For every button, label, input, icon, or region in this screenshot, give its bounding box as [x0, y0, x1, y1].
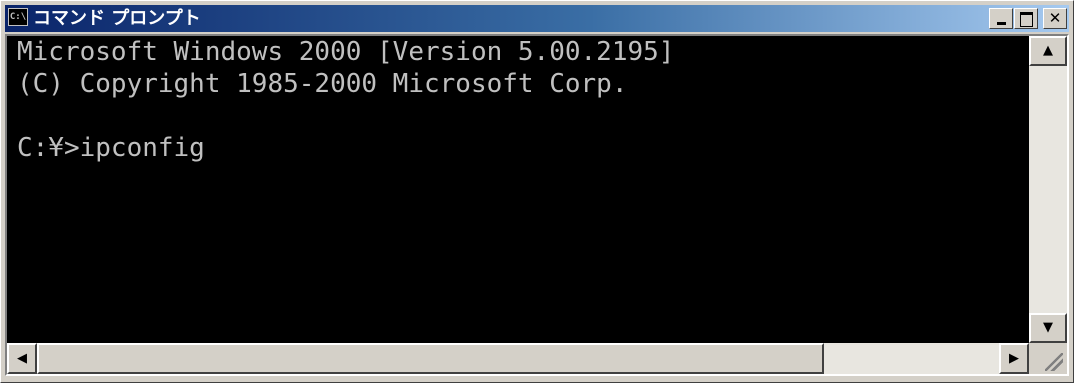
arrow-left-icon: ◀	[17, 351, 27, 366]
vertical-scrollbar[interactable]: ▲ ▼	[1029, 36, 1067, 343]
maximize-button[interactable]	[1014, 8, 1038, 29]
title-bar[interactable]: C:\ コマンド プロンプト ✕	[5, 5, 1069, 32]
console-output[interactable]: Microsoft Windows 2000 [Version 5.00.219…	[7, 36, 1029, 343]
minimize-button[interactable]	[989, 8, 1013, 29]
minimize-icon	[997, 22, 1006, 25]
command-prompt-window: C:\ コマンド プロンプト ✕ Microsoft Windows 2000 …	[0, 0, 1074, 383]
console-app-icon[interactable]: C:\	[8, 8, 28, 26]
size-grip-icon	[1045, 353, 1063, 371]
horizontal-scroll-thumb[interactable]	[37, 343, 824, 374]
close-button[interactable]: ✕	[1043, 8, 1067, 29]
scroll-left-button[interactable]: ◀	[7, 343, 37, 374]
arrow-up-icon: ▲	[1043, 43, 1053, 58]
close-icon: ✕	[1048, 9, 1062, 27]
resize-grip[interactable]	[1029, 343, 1067, 374]
console-client-area: Microsoft Windows 2000 [Version 5.00.219…	[5, 34, 1069, 376]
arrow-right-icon: ▶	[1009, 351, 1019, 366]
scroll-right-button[interactable]: ▶	[999, 343, 1029, 374]
arrow-down-icon: ▼	[1043, 320, 1053, 335]
console-line: (C) Copyright 1985-2000 Microsoft Corp.	[17, 69, 628, 99]
scroll-up-button[interactable]: ▲	[1029, 36, 1067, 66]
horizontal-scrollbar[interactable]: ◀ ▶	[7, 343, 1029, 374]
scroll-down-button[interactable]: ▼	[1029, 313, 1067, 343]
console-line: Microsoft Windows 2000 [Version 5.00.219…	[17, 37, 675, 67]
window-title: コマンド プロンプト	[33, 8, 201, 29]
console-line: C:¥>ipconfig	[17, 133, 205, 163]
maximize-icon	[1020, 12, 1033, 27]
